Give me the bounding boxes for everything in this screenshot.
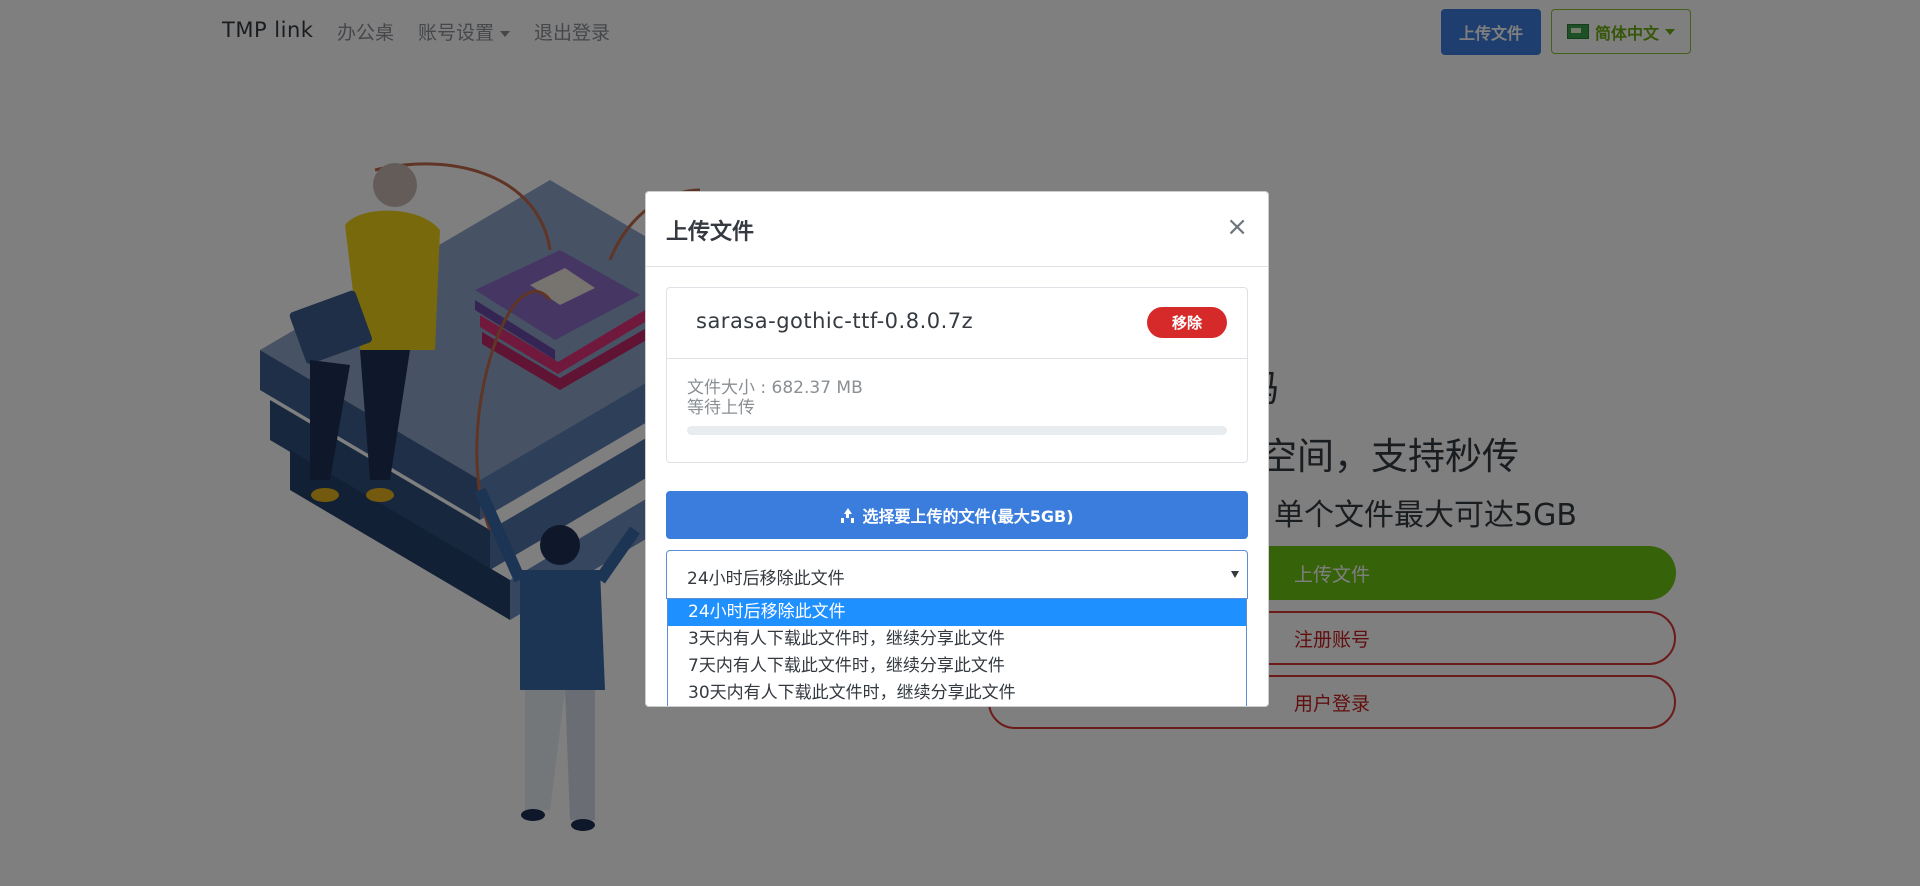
retention-option[interactable]: 24小时后移除此文件 xyxy=(668,599,1246,626)
select-file-button[interactable]: 选择要上传的文件(最大5GB) xyxy=(666,491,1248,539)
chevron-down-icon xyxy=(1231,571,1239,578)
file-meta: 文件大小 : 682.37 MB 等待上传 xyxy=(687,378,863,418)
upload-status: 等待上传 xyxy=(687,398,755,418)
close-icon[interactable]: × xyxy=(1226,214,1248,240)
retention-option[interactable]: 7天内有人下载此文件时，继续分享此文件 xyxy=(668,653,1246,680)
file-size: 文件大小 : 682.37 MB xyxy=(687,378,863,398)
file-card: sarasa-gothic-ttf-0.8.0.7z 移除 文件大小 : 682… xyxy=(666,287,1248,463)
remove-file-button[interactable]: 移除 xyxy=(1147,307,1227,338)
retention-dropdown: 24小时后移除此文件 3天内有人下载此文件时，继续分享此文件 7天内有人下载此文… xyxy=(667,599,1247,706)
retention-select[interactable]: 24小时后移除此文件 xyxy=(666,550,1248,599)
file-card-header: sarasa-gothic-ttf-0.8.0.7z 移除 xyxy=(667,288,1247,359)
file-name: sarasa-gothic-ttf-0.8.0.7z xyxy=(696,309,974,333)
upload-icon xyxy=(840,508,854,522)
modal-title: 上传文件 xyxy=(666,220,755,245)
upload-modal: 上传文件 × sarasa-gothic-ttf-0.8.0.7z 移除 文件大… xyxy=(645,191,1269,707)
retention-select-value: 24小时后移除此文件 xyxy=(687,569,845,589)
upload-progress-bar xyxy=(687,426,1227,435)
retention-option[interactable]: 30天内有人下载此文件时，继续分享此文件 xyxy=(668,680,1246,706)
modal-header: 上传文件 × xyxy=(646,192,1268,267)
retention-option[interactable]: 3天内有人下载此文件时，继续分享此文件 xyxy=(668,626,1246,653)
select-file-label: 选择要上传的文件(最大5GB) xyxy=(862,507,1074,526)
